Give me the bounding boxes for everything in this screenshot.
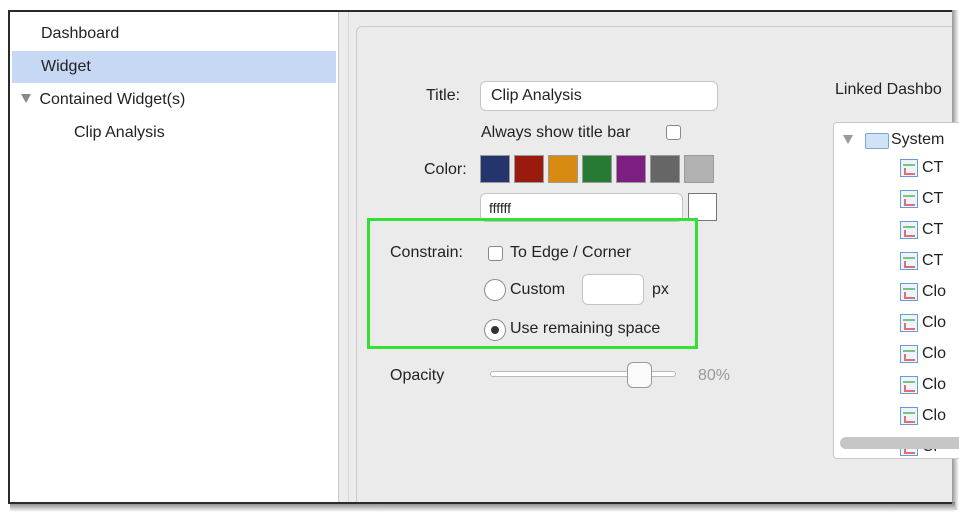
sidebar-divider bbox=[348, 12, 349, 502]
color-preview-well[interactable] bbox=[688, 193, 717, 221]
tree-item[interactable]: Clo bbox=[900, 311, 959, 335]
tree-item[interactable]: CT bbox=[900, 249, 959, 273]
chart-icon bbox=[900, 159, 918, 177]
chart-icon bbox=[900, 407, 918, 425]
sidebar-item-label: Clip Analysis bbox=[74, 124, 165, 141]
tree-item[interactable]: Clo bbox=[900, 280, 959, 304]
tree-item-label: Clo bbox=[922, 376, 947, 393]
color-swatch[interactable] bbox=[616, 155, 646, 183]
chart-icon bbox=[900, 314, 918, 332]
color-swatch[interactable] bbox=[582, 155, 612, 183]
chart-icon bbox=[900, 221, 918, 239]
sidebar-item-label: Dashboard bbox=[41, 25, 120, 42]
tree-item-label: Clo bbox=[922, 345, 947, 362]
always-show-title-bar-checkbox[interactable] bbox=[666, 125, 681, 140]
tree-item[interactable]: Clo bbox=[900, 342, 959, 366]
opacity-slider-thumb[interactable] bbox=[627, 362, 652, 388]
opacity-value: 80% bbox=[698, 367, 731, 384]
tree-item-label: Clo bbox=[922, 283, 947, 300]
sidebar-item-dashboard[interactable]: Dashboard bbox=[12, 18, 336, 50]
to-edge-corner-checkbox[interactable] bbox=[488, 246, 503, 261]
sidebar-item-contained-widgets[interactable]: Contained Widget(s) bbox=[12, 84, 336, 116]
chart-icon bbox=[900, 283, 918, 301]
tree-item-label: Clo bbox=[922, 407, 947, 424]
opacity-label: Opacity bbox=[390, 367, 445, 384]
tree-item[interactable]: CT bbox=[900, 218, 959, 242]
disclosure-triangle-icon[interactable] bbox=[21, 94, 31, 103]
tree-item[interactable]: Clo bbox=[900, 404, 959, 428]
tree-item-label: CT bbox=[922, 159, 944, 176]
tree-item[interactable]: Clo bbox=[900, 373, 959, 397]
custom-label: Custom bbox=[510, 281, 566, 298]
tree-item-label: CT bbox=[922, 221, 944, 238]
chart-icon bbox=[900, 345, 918, 363]
tree-root-label: System bbox=[891, 131, 945, 148]
color-label: Color: bbox=[424, 161, 467, 178]
custom-px-input[interactable] bbox=[582, 274, 644, 305]
color-swatch[interactable] bbox=[480, 155, 510, 183]
sidebar-item-label: Contained Widget(s) bbox=[39, 91, 186, 108]
sidebar: Dashboard Widget Contained Widget(s) Cli… bbox=[10, 12, 339, 502]
use-remaining-space-label: Use remaining space bbox=[510, 320, 661, 337]
always-show-title-bar-label: Always show title bar bbox=[481, 124, 631, 141]
title-input[interactable]: Clip Analysis bbox=[480, 81, 718, 111]
tree-item-label: CT bbox=[922, 252, 944, 269]
chart-icon bbox=[900, 376, 918, 394]
constrain-label: Constrain: bbox=[390, 244, 463, 261]
horizontal-scrollbar[interactable] bbox=[840, 437, 959, 449]
px-unit-label: px bbox=[652, 281, 669, 298]
custom-radio[interactable] bbox=[484, 279, 506, 301]
tree-item[interactable]: CT bbox=[900, 156, 959, 180]
sidebar-item-label: Widget bbox=[41, 58, 91, 75]
use-remaining-space-radio[interactable] bbox=[484, 319, 506, 341]
tree-item-label: CT bbox=[922, 190, 944, 207]
disclosure-triangle-icon[interactable] bbox=[843, 135, 853, 144]
sidebar-item-widget[interactable]: Widget bbox=[12, 51, 336, 83]
tree-item-label: Clo bbox=[922, 314, 947, 331]
folder-icon bbox=[865, 133, 889, 149]
sidebar-item-clip-analysis[interactable]: Clip Analysis bbox=[12, 117, 336, 149]
color-swatch[interactable] bbox=[684, 155, 714, 183]
title-label: Title: bbox=[426, 87, 461, 104]
chart-icon bbox=[900, 252, 918, 270]
tree-item[interactable]: CT bbox=[900, 187, 959, 211]
color-swatch[interactable] bbox=[548, 155, 578, 183]
color-swatch[interactable] bbox=[650, 155, 680, 183]
to-edge-corner-label: To Edge / Corner bbox=[510, 244, 631, 261]
color-swatch[interactable] bbox=[514, 155, 544, 183]
chart-icon bbox=[900, 190, 918, 208]
linked-dashboards-label: Linked Dashbo bbox=[835, 81, 942, 98]
linked-dashboards-tree[interactable]: System CTCTCTCTCloCloCloCloCloCl bbox=[833, 122, 959, 459]
